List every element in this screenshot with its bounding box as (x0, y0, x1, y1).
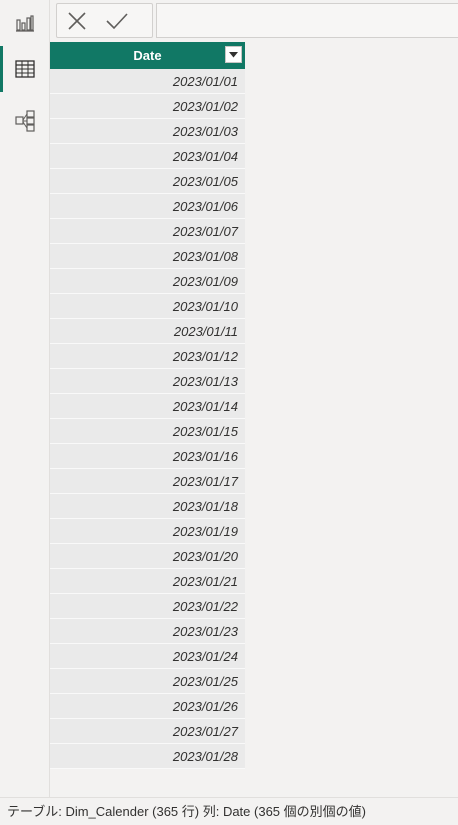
table-row[interactable]: 2023/01/18 (50, 494, 245, 519)
column-header-date[interactable]: Date (50, 42, 245, 69)
table-row[interactable]: 2023/01/14 (50, 394, 245, 419)
table-row[interactable]: 2023/01/20 (50, 544, 245, 569)
column-header-label: Date (133, 48, 162, 63)
model-view-icon (15, 110, 35, 132)
table-view-icon (15, 60, 35, 78)
report-view-icon (16, 15, 34, 32)
table-row[interactable]: 2023/01/10 (50, 294, 245, 319)
table-row[interactable]: 2023/01/22 (50, 594, 245, 619)
table-row[interactable]: 2023/01/28 (50, 744, 245, 769)
table-row[interactable]: 2023/01/26 (50, 694, 245, 719)
cancel-button[interactable] (57, 4, 97, 37)
view-switcher-rail (0, 0, 50, 797)
table-row[interactable]: 2023/01/04 (50, 144, 245, 169)
formula-bar (50, 0, 458, 40)
table-row[interactable]: 2023/01/25 (50, 669, 245, 694)
table-row[interactable]: 2023/01/21 (50, 569, 245, 594)
table-row[interactable]: 2023/01/11 (50, 319, 245, 344)
table-row[interactable]: 2023/01/15 (50, 419, 245, 444)
report-view-button[interactable] (0, 0, 50, 46)
table-row[interactable]: 2023/01/12 (50, 344, 245, 369)
formula-input[interactable] (156, 3, 458, 38)
status-bar: テーブル: Dim_Calender (365 行) 列: Date (365 … (0, 797, 458, 825)
table-row[interactable]: 2023/01/19 (50, 519, 245, 544)
table-row[interactable]: 2023/01/16 (50, 444, 245, 469)
table-row[interactable]: 2023/01/06 (50, 194, 245, 219)
status-text: テーブル: Dim_Calender (365 行) 列: Date (365 … (7, 804, 366, 819)
table-row[interactable]: 2023/01/08 (50, 244, 245, 269)
table-row[interactable]: 2023/01/02 (50, 94, 245, 119)
model-view-button[interactable] (0, 98, 50, 144)
chevron-down-icon (229, 51, 238, 57)
formula-actions (56, 3, 153, 38)
table-row[interactable]: 2023/01/13 (50, 369, 245, 394)
commit-button[interactable] (97, 4, 137, 37)
table-row[interactable]: 2023/01/09 (50, 269, 245, 294)
table-row[interactable]: 2023/01/07 (50, 219, 245, 244)
data-grid: Date 2023/01/01 2023/01/02 2023/01/03 2023/… (50, 42, 245, 797)
table-row[interactable]: 2023/01/27 (50, 719, 245, 744)
table-row[interactable]: 2023/01/17 (50, 469, 245, 494)
table-row[interactable]: 2023/01/03 (50, 119, 245, 144)
table-row[interactable]: 2023/01/01 (50, 69, 245, 94)
table-row[interactable]: 2023/01/23 (50, 619, 245, 644)
checkmark-icon (106, 12, 128, 29)
table-body: 2023/01/01 2023/01/02 2023/01/03 2023/01/04… (50, 69, 245, 769)
table-row[interactable]: 2023/01/24 (50, 644, 245, 669)
table-row[interactable]: 2023/01/05 (50, 169, 245, 194)
column-filter-button[interactable] (225, 46, 242, 63)
table-view-button[interactable] (0, 46, 50, 92)
x-icon (68, 11, 86, 30)
